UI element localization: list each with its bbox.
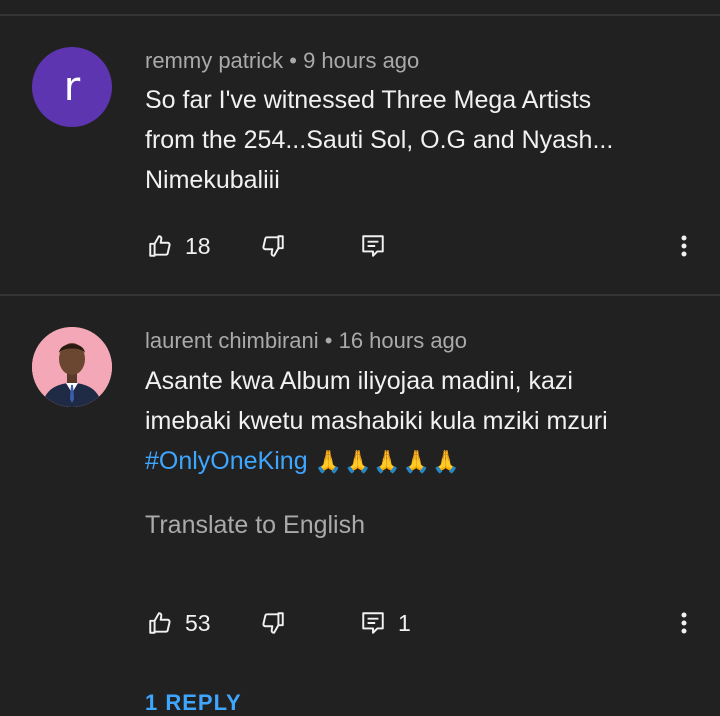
like-count: 53	[185, 609, 211, 636]
reply-comment-icon	[362, 612, 384, 634]
more-vert-icon	[681, 235, 687, 257]
thumbs-up-icon	[149, 612, 171, 634]
meta-separator: •	[324, 328, 333, 353]
hashtag-link[interactable]: #OnlyOneKing	[145, 447, 308, 475]
comment-time: 9 hours ago	[303, 48, 420, 73]
comment-meta: remmy patrick • 9 hours ago	[145, 48, 419, 74]
comment-actions: 53 1	[0, 603, 720, 643]
author-name[interactable]: remmy patrick	[145, 48, 283, 73]
avatar[interactable]	[32, 327, 112, 407]
reply-count: 1	[398, 609, 411, 636]
avatar[interactable]: r	[32, 47, 112, 127]
avatar-photo-icon	[32, 327, 112, 407]
reply-comment-icon	[362, 235, 384, 257]
comment-text-line: #OnlyOneKing 🙏🙏🙏🙏🙏	[145, 441, 685, 483]
comment-text-line: Asante kwa Album iliyojaa madini, kazi	[145, 367, 573, 395]
thumbs-up-icon	[149, 235, 171, 257]
comment-actions: 18	[0, 226, 720, 266]
comment-time: 16 hours ago	[338, 328, 468, 353]
thumbs-down-icon	[262, 612, 284, 634]
meta-separator: •	[289, 48, 297, 73]
like-button[interactable]: 18	[147, 226, 211, 266]
thumbs-down-icon	[262, 235, 284, 257]
dislike-button[interactable]	[260, 226, 286, 266]
author-name[interactable]: laurent chimbirani	[145, 328, 319, 353]
comment-text-line: imebaki kwetu mashabiki kula mziki mzuri	[145, 407, 608, 435]
dislike-button[interactable]	[260, 603, 286, 643]
avatar-letter: r	[63, 64, 81, 110]
more-vert-icon	[681, 612, 687, 634]
comment-text: Asante kwa Album iliyojaa madini, kazi i…	[145, 361, 685, 483]
like-button[interactable]: 53	[147, 603, 211, 643]
comment-text: So far I've witnessed Three Mega Artists…	[145, 80, 685, 200]
folded-hands-emoji: 🙏🙏🙏🙏🙏	[314, 450, 462, 475]
view-replies-link[interactable]: 1 REPLY	[145, 690, 242, 716]
reply-button[interactable]: 1	[360, 603, 411, 643]
more-options-button[interactable]	[672, 603, 696, 643]
comment-text-line: from the 254...Sauti Sol, O.G and Nyash.…	[145, 126, 614, 154]
translate-button[interactable]: Translate to English	[145, 511, 365, 540]
top-divider	[0, 14, 720, 16]
comment-text-line: Nimekubaliii	[145, 166, 280, 194]
like-count: 18	[185, 232, 211, 259]
reply-button[interactable]	[360, 226, 398, 266]
comment-text-line: So far I've witnessed Three Mega Artists	[145, 86, 592, 114]
more-options-button[interactable]	[672, 226, 696, 266]
comment-divider	[0, 294, 720, 296]
comment-meta: laurent chimbirani • 16 hours ago	[145, 328, 467, 354]
